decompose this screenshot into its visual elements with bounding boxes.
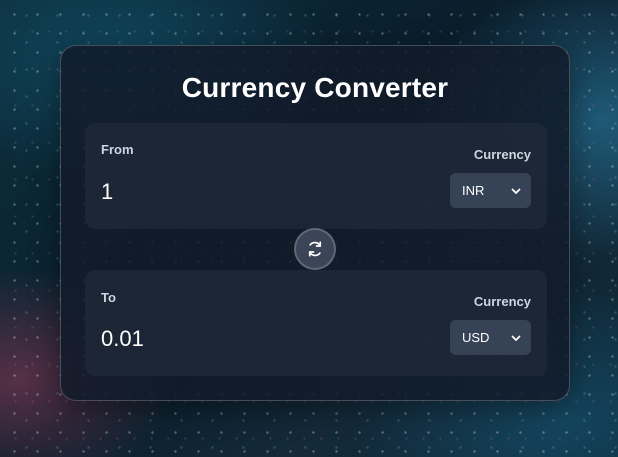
from-currency-select[interactable]: INR [450,173,531,208]
from-amount-input[interactable] [101,175,301,209]
to-panel: To Currency USD [85,270,547,376]
converter-card: Currency Converter From Currency INR To … [60,45,570,401]
from-currency-value: INR [462,183,485,198]
from-currency-label: Currency [473,147,531,162]
to-currency-value: USD [462,330,490,345]
to-amount-input[interactable] [101,322,301,356]
chevron-down-icon [511,335,521,341]
swap-button[interactable] [294,228,336,270]
chevron-down-icon [511,188,521,194]
from-panel: From Currency INR [85,123,547,229]
to-currency-label: Currency [473,294,531,309]
swap-arrows-icon [308,241,322,257]
to-label: To [101,290,116,305]
from-label: From [101,142,134,157]
page-title: Currency Converter [181,72,449,103]
to-currency-select[interactable]: USD [450,320,531,355]
